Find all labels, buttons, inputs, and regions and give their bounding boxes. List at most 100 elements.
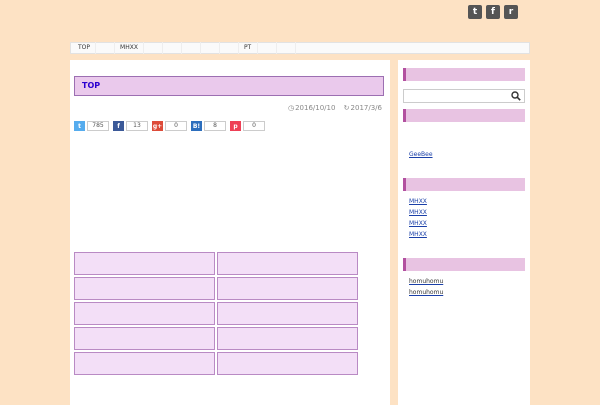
search-icon[interactable]: [511, 91, 521, 101]
published-date: 2016/10/10: [295, 104, 336, 112]
cell-line2: [224, 365, 351, 374]
intro-red: [74, 145, 384, 156]
share-twitter[interactable]: t 785: [74, 121, 109, 131]
list-item-link[interactable]: MHXX: [409, 197, 525, 206]
list-item-link[interactable]: MHXX: [409, 230, 525, 239]
post-title: TOP: [74, 76, 384, 96]
widget-title: [403, 109, 525, 122]
cell-line1: [224, 281, 351, 290]
grid-cell[interactable]: [217, 302, 358, 325]
feedly-icon[interactable]: f: [486, 5, 500, 19]
cell-line2: [81, 340, 208, 349]
list-item-link[interactable]: GeeBee: [409, 150, 525, 159]
widget-title: [403, 258, 525, 271]
sidebar: GeeBee MHXX MHXX MHXX MHXX homuhomu homu…: [398, 60, 530, 405]
cell-line2: [81, 315, 208, 324]
post-title-suffix: TOP: [82, 81, 101, 90]
main-nav: TOP MHXX PT: [70, 42, 530, 54]
share-buttons: t 785 f 13 g+ 0 B! 8 p 0: [74, 121, 384, 131]
rss-icon[interactable]: r: [504, 5, 518, 19]
updated-date: 2017/3/6: [350, 104, 382, 112]
share-hatena[interactable]: B! 8: [191, 121, 226, 131]
pocket-icon: p: [230, 121, 241, 131]
body-paragraph-link[interactable]: [74, 233, 384, 244]
link-grid: [74, 252, 384, 375]
share-pocket[interactable]: p 0: [230, 121, 265, 131]
widget-list: MHXX MHXX MHXX MHXX: [403, 197, 525, 250]
widget-list: homuhomu homuhomu: [403, 277, 525, 308]
grid-cell[interactable]: [74, 252, 215, 275]
grid-cell[interactable]: [217, 327, 358, 350]
comment-item[interactable]: homuhomu: [409, 277, 525, 286]
cell-line2: [81, 290, 208, 299]
cell-line1: [224, 306, 351, 315]
comment-item[interactable]: homuhomu: [409, 288, 525, 297]
nav-item[interactable]: [182, 42, 201, 54]
hatena-icon: B!: [191, 121, 202, 131]
cell-line1: [224, 256, 351, 265]
grid-cell[interactable]: [74, 302, 215, 325]
widget-list: GeeBee: [403, 128, 525, 170]
nav-item[interactable]: TOP: [73, 42, 97, 54]
list-item-link[interactable]: [409, 161, 525, 170]
widget-title: [403, 178, 525, 191]
nav-item[interactable]: [220, 42, 239, 54]
cell-line2: [81, 365, 208, 374]
cell-line1: [81, 306, 208, 315]
comment-author: homuhomu: [409, 289, 444, 296]
cell-line1: [81, 331, 208, 340]
cell-line1: [81, 256, 208, 265]
share-count: 0: [243, 121, 265, 131]
nav-item[interactable]: PT: [239, 42, 258, 54]
grid-cell[interactable]: [74, 327, 215, 350]
nav-item[interactable]: [201, 42, 220, 54]
list-item-link[interactable]: MHXX: [409, 219, 525, 228]
facebook-icon: f: [113, 121, 124, 131]
list-item-link[interactable]: MHXX: [409, 208, 525, 217]
nav-item[interactable]: [163, 42, 182, 54]
list-item-link[interactable]: [409, 139, 525, 148]
cell-line1: [81, 356, 208, 365]
share-count: 785: [87, 121, 109, 131]
nav-item[interactable]: [258, 42, 277, 54]
nav-item[interactable]: MHXX: [115, 42, 144, 54]
cell-line2: [81, 265, 208, 274]
grid-cell[interactable]: [217, 277, 358, 300]
cell-line2: [224, 290, 351, 299]
twitter-icon[interactable]: t: [468, 5, 482, 19]
search-input[interactable]: [403, 89, 525, 103]
cell-line2: [224, 265, 351, 274]
update-note: [74, 192, 384, 203]
social-icons: t f r: [468, 5, 518, 19]
grid-cell[interactable]: [74, 352, 215, 375]
grid-cell[interactable]: [74, 277, 215, 300]
twitter-icon: t: [74, 121, 85, 131]
clock-icon: ◷: [287, 104, 295, 112]
comment-item[interactable]: [409, 299, 525, 308]
search-widget-title: [403, 68, 525, 81]
grid-cell[interactable]: [217, 252, 358, 275]
share-count: 13: [126, 121, 148, 131]
list-item-link[interactable]: [409, 128, 525, 137]
post-dates: ◷2016/10/10 ↻2017/3/6: [74, 104, 384, 112]
body-paragraph: [74, 222, 384, 233]
intro-paragraph: [74, 162, 384, 173]
nav-item[interactable]: [144, 42, 163, 54]
cell-line2: [224, 315, 351, 324]
cell-line1: [224, 356, 351, 365]
share-count: 8: [204, 121, 226, 131]
share-facebook[interactable]: f 13: [113, 121, 148, 131]
nav-item[interactable]: [96, 42, 116, 54]
update-note: [74, 203, 384, 214]
refresh-icon: ↻: [343, 104, 350, 112]
main-content: TOP ◷2016/10/10 ↻2017/3/6 t 785 f 13 g+ …: [70, 60, 390, 405]
share-count: 0: [165, 121, 187, 131]
list-item-link[interactable]: [409, 241, 525, 250]
share-google-plus[interactable]: g+ 0: [152, 121, 187, 131]
cell-line2: [224, 340, 351, 349]
nav-item[interactable]: [277, 42, 296, 54]
intro-paragraph: [74, 173, 384, 184]
comment-author: homuhomu: [409, 278, 444, 285]
cell-line1: [81, 281, 208, 290]
grid-cell[interactable]: [217, 352, 358, 375]
